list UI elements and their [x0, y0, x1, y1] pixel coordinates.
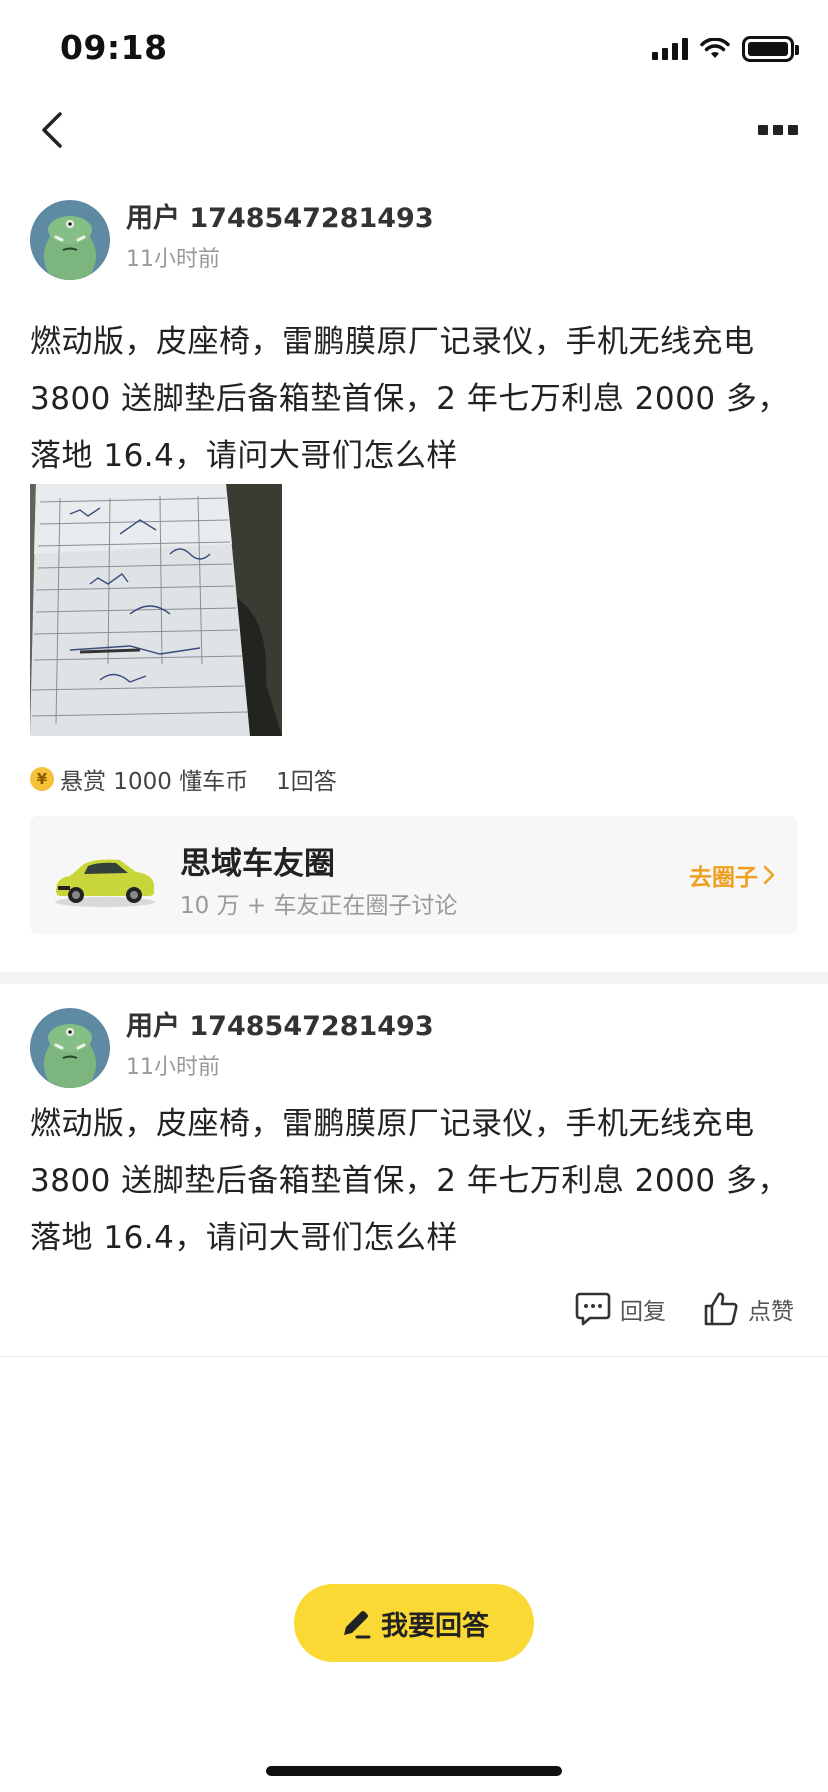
more-dot-icon — [773, 125, 783, 135]
car-circle-card[interactable]: 思域车友圈 10 万 + 车友正在圈子讨论 去圈子 — [30, 816, 798, 934]
back-arrow-icon — [42, 112, 62, 148]
reward-row: ¥ 悬赏 1000 懂车币 1回答 — [30, 764, 337, 795]
receipt-photo[interactable] — [30, 484, 282, 736]
reply-text: 燃动版，皮座椅，雷鹏膜原厂记录仪，手机无线充电 3800 送脚垫后备箱垫首保，2… — [30, 1106, 789, 1256]
chevron-right-icon — [763, 865, 775, 885]
reply-label: 回复 — [620, 1299, 666, 1325]
home-indicator[interactable] — [266, 1766, 562, 1776]
coin-icon: ¥ — [30, 767, 54, 791]
like-button[interactable]: 点赞 — [702, 1290, 794, 1328]
answer-count: 1回答 — [276, 769, 337, 795]
reward-label: 悬赏 1000 懂车币 — [60, 769, 249, 795]
avatar[interactable] — [30, 1008, 110, 1088]
reply-button[interactable]: 回复 — [574, 1291, 666, 1327]
nav-bar — [0, 100, 828, 160]
pencil-icon — [344, 1611, 371, 1639]
status-icons — [652, 36, 799, 62]
reply-actions: 回复 点赞 — [574, 1290, 794, 1328]
thumbs-up-icon — [704, 1292, 738, 1326]
battery-icon — [742, 36, 799, 62]
more-dot-icon — [788, 125, 798, 135]
divider — [0, 1356, 828, 1357]
circle-title: 思域车友圈 — [180, 846, 335, 882]
status-time: 09:18 — [60, 28, 168, 67]
more-dot-icon — [758, 125, 768, 135]
reply-author[interactable]: 用户 1748547281493 11小时前 — [30, 1008, 434, 1088]
answer-button[interactable]: 我要回答 — [294, 1584, 534, 1662]
like-label: 点赞 — [748, 1299, 794, 1325]
cellular-signal-icon — [652, 38, 688, 60]
more-options-button[interactable] — [754, 112, 802, 148]
back-button[interactable] — [30, 108, 74, 152]
answer-button-label: 我要回答 — [381, 1610, 489, 1642]
car-thumbnail — [55, 859, 155, 907]
post-author[interactable]: 用户 1748547281493 11小时前 — [30, 200, 434, 280]
section-divider — [0, 972, 828, 984]
comment-icon — [575, 1292, 611, 1326]
reply-time: 11小时前 — [126, 1055, 220, 1080]
wifi-icon — [700, 38, 730, 58]
avatar[interactable] — [30, 200, 110, 280]
go-to-circle-label: 去圈子 — [689, 865, 758, 891]
circle-subtitle: 10 万 + 车友正在圈子讨论 — [180, 893, 458, 919]
reply-author-name[interactable]: 用户 1748547281493 — [126, 1010, 434, 1044]
status-bar: 09:18 — [0, 0, 828, 100]
post-time: 11小时前 — [126, 247, 220, 272]
go-to-circle-link[interactable]: 去圈子 — [689, 858, 776, 892]
author-name[interactable]: 用户 1748547281493 — [126, 202, 434, 236]
question-text: 燃动版，皮座椅，雷鹏膜原厂记录仪，手机无线充电 3800 送脚垫后备箱垫首保，2… — [30, 324, 789, 474]
